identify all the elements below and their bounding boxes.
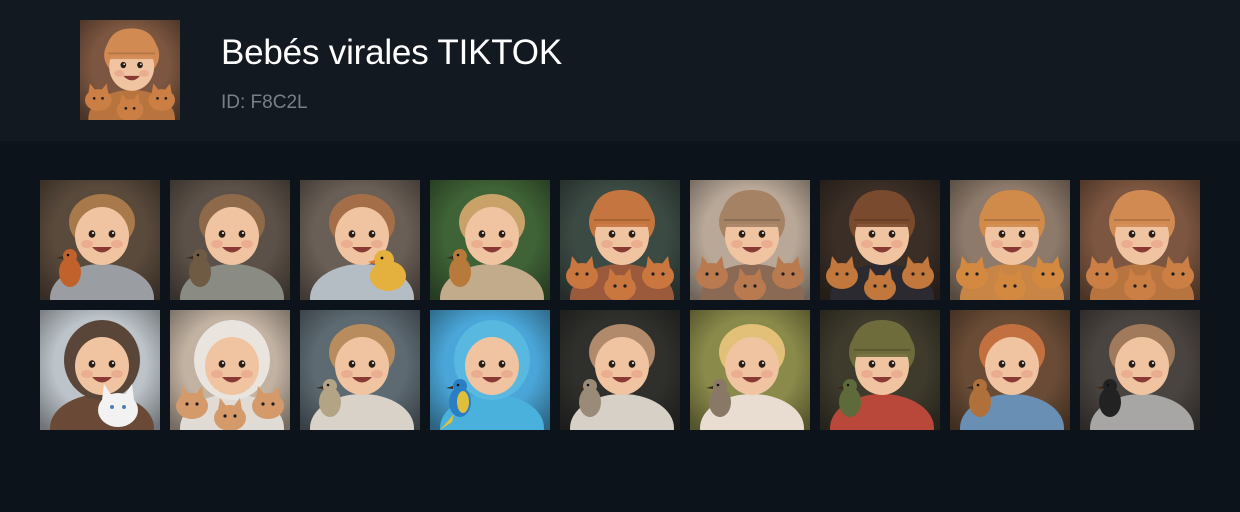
thumbnail-image — [1080, 180, 1200, 300]
thumbnail-image — [820, 310, 940, 430]
thumbnail-image — [690, 180, 810, 300]
thumbnail-image — [950, 310, 1070, 430]
image-thumbnail[interactable] — [820, 310, 940, 430]
thumbnail-image — [560, 310, 680, 430]
thumbnail-image — [170, 310, 290, 430]
image-thumbnail[interactable] — [430, 180, 550, 300]
thumbnail-image — [950, 180, 1070, 300]
thumbnail-image — [820, 180, 940, 300]
thumbnail-image — [300, 310, 420, 430]
image-grid — [40, 180, 1200, 430]
image-thumbnail[interactable] — [1080, 310, 1200, 430]
image-thumbnail[interactable] — [950, 180, 1070, 300]
thumbnail-image — [40, 310, 160, 430]
collection-id: ID: F8C2L — [221, 92, 308, 113]
thumbnail-image — [300, 180, 420, 300]
image-thumbnail[interactable] — [690, 180, 810, 300]
image-thumbnail[interactable] — [560, 180, 680, 300]
thumbnail-image — [40, 180, 160, 300]
thumbnail-image — [560, 180, 680, 300]
image-thumbnail[interactable] — [40, 180, 160, 300]
image-thumbnail[interactable] — [820, 180, 940, 300]
collection-header: Bebés virales TIKTOK ID: F8C2L — [0, 0, 1240, 141]
thumbnail-image — [430, 310, 550, 430]
image-thumbnail[interactable] — [170, 310, 290, 430]
thumbnail-image — [1080, 310, 1200, 430]
image-thumbnail[interactable] — [40, 310, 160, 430]
collection-title: Bebés virales TIKTOK — [221, 33, 562, 72]
collection-cover-image — [80, 20, 180, 120]
image-thumbnail[interactable] — [300, 180, 420, 300]
image-thumbnail[interactable] — [560, 310, 680, 430]
image-thumbnail[interactable] — [950, 310, 1070, 430]
thumbnail-image — [690, 310, 810, 430]
image-thumbnail[interactable] — [170, 180, 290, 300]
thumbnail-image — [430, 180, 550, 300]
image-thumbnail[interactable] — [1080, 180, 1200, 300]
image-thumbnail[interactable] — [430, 310, 550, 430]
image-thumbnail[interactable] — [300, 310, 420, 430]
image-thumbnail[interactable] — [690, 310, 810, 430]
thumbnail-image — [170, 180, 290, 300]
